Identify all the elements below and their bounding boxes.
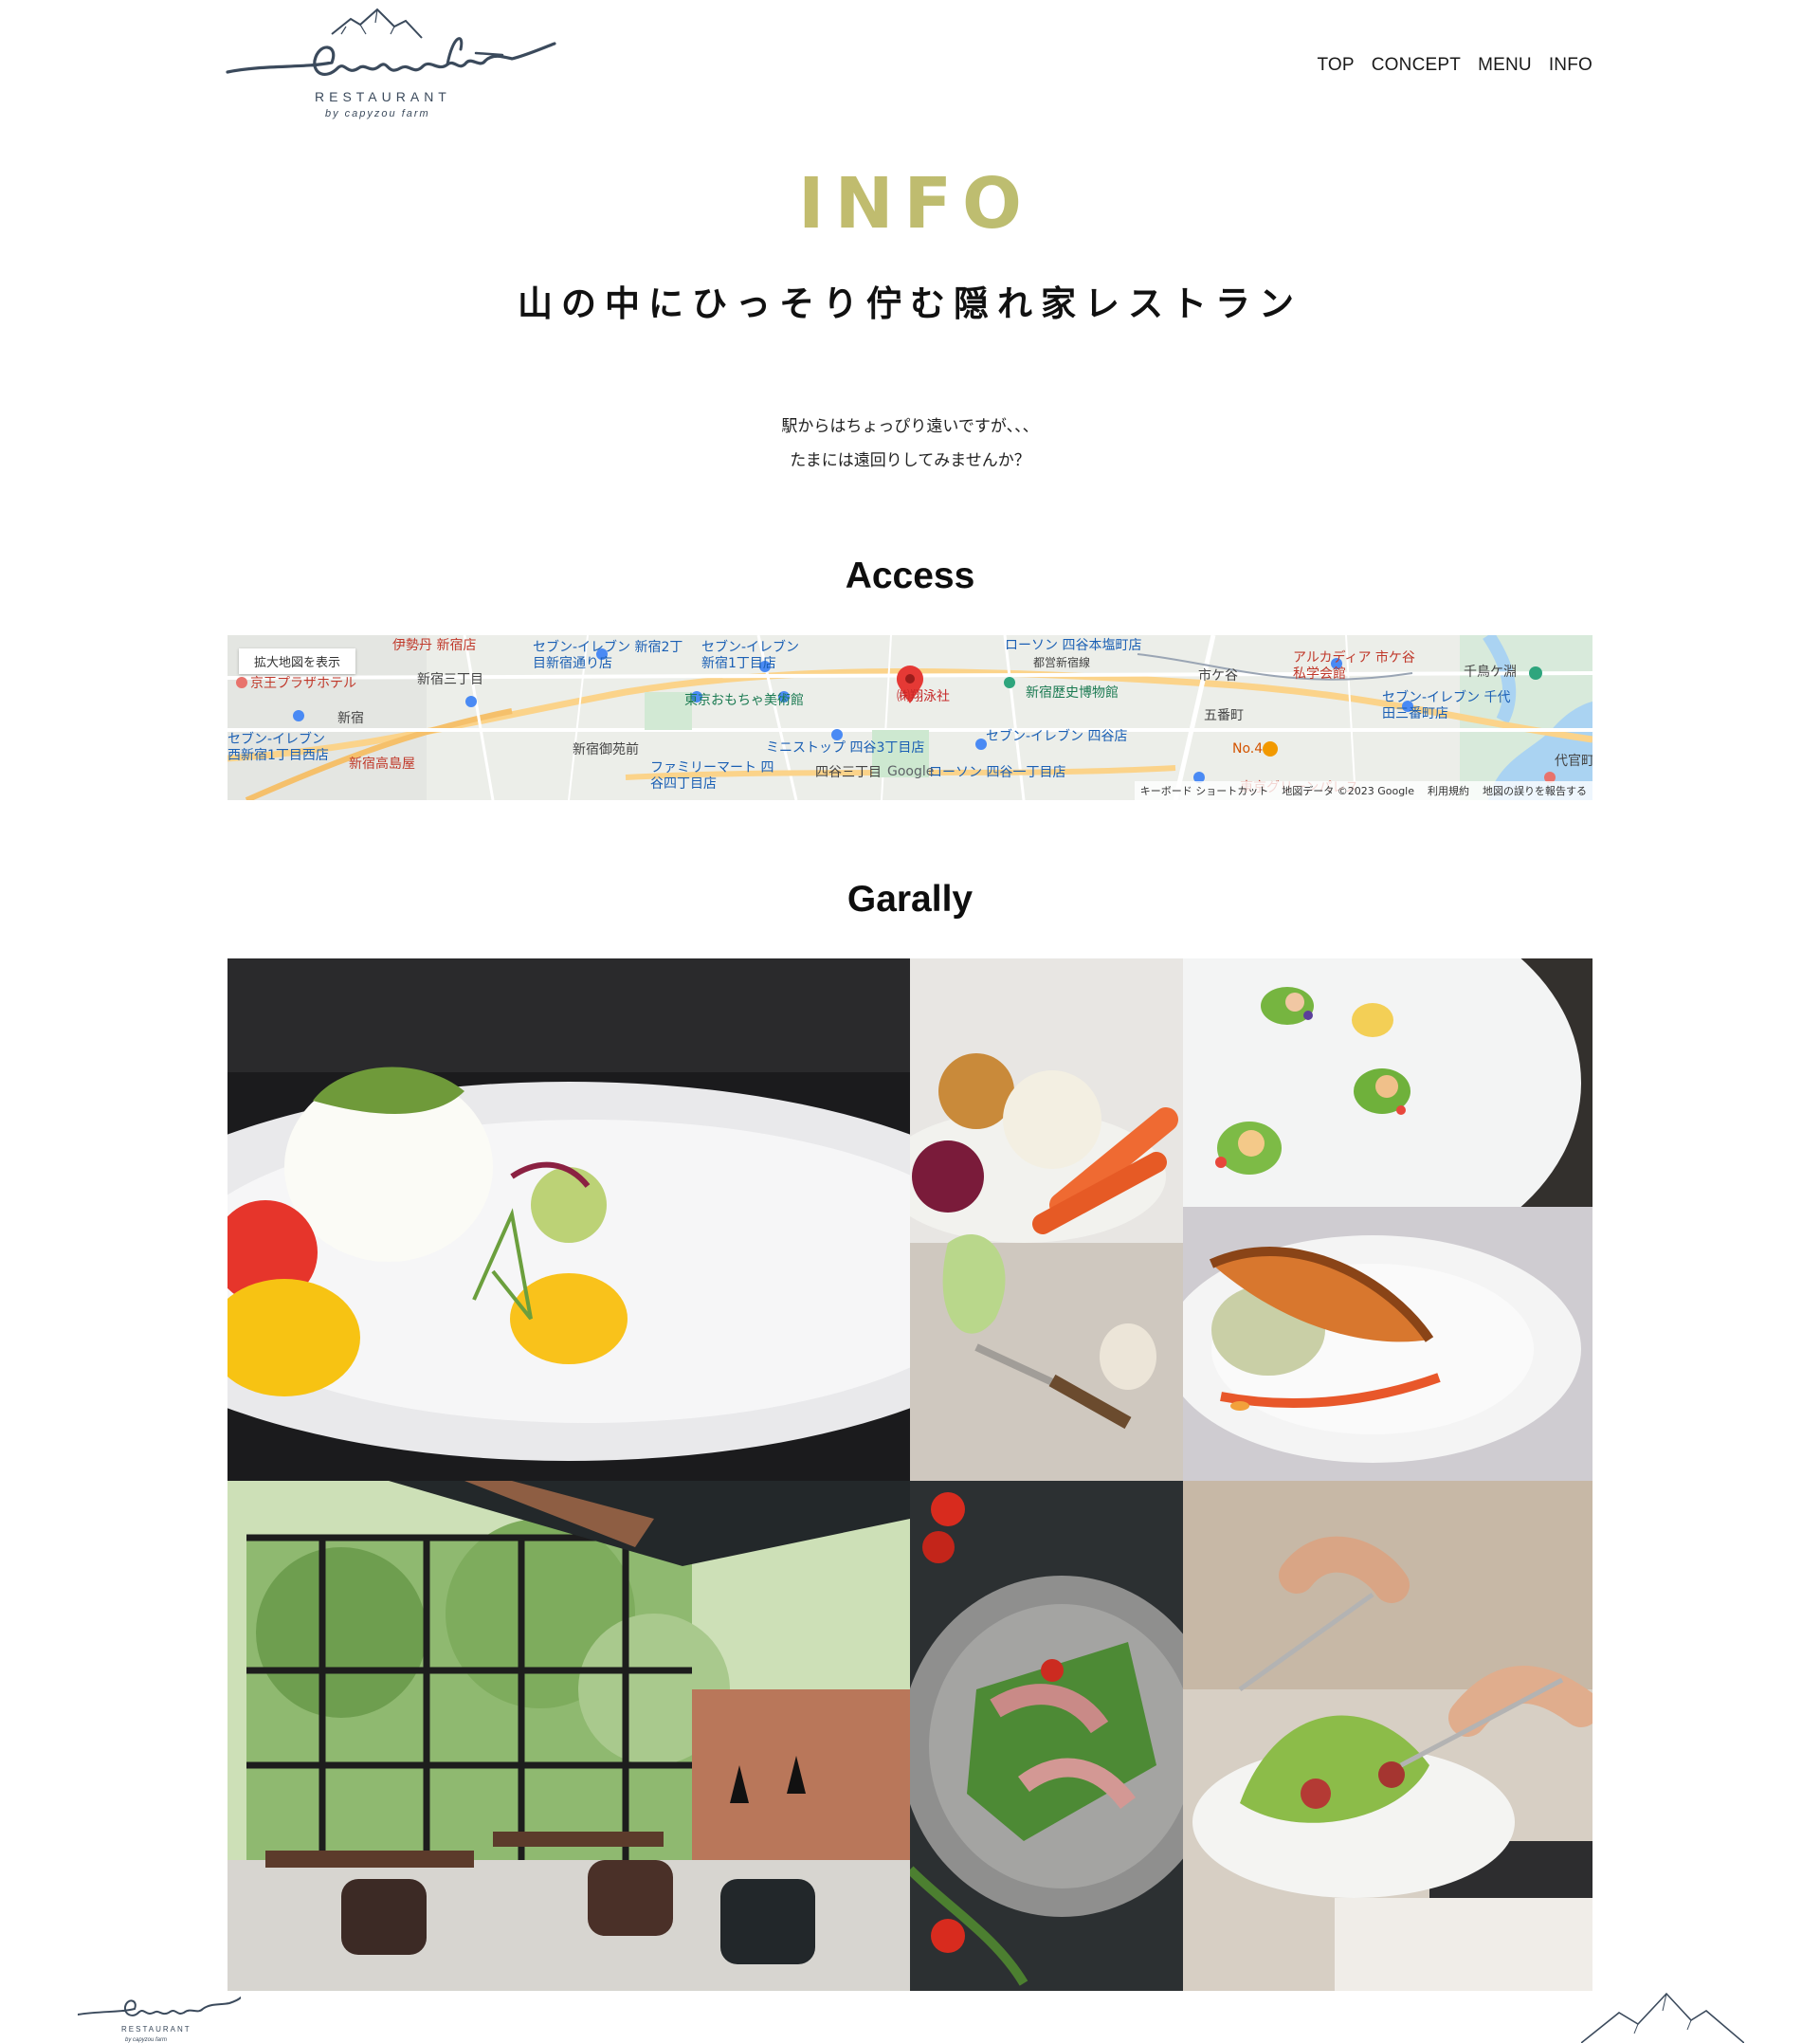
- access-heading: Access: [845, 556, 975, 596]
- map-report-link[interactable]: 地図の誤りを報告する: [1483, 783, 1587, 798]
- map-place-label: 東京おもちゃ美術館: [684, 693, 804, 708]
- gallery-heading: Garally: [846, 879, 974, 920]
- gallery-photo-canapes[interactable]: [1183, 958, 1592, 1207]
- map-data-credit: 地図データ ©2023 Google: [1282, 785, 1414, 797]
- map-place-label: 都営新宿線: [1033, 656, 1091, 669]
- map-keyboard-shortcuts[interactable]: キーボード ショートカット: [1140, 783, 1269, 798]
- gallery-photo-salad-dining[interactable]: [1183, 1481, 1592, 1991]
- footer-logo-restaurant: RESTAURANT: [121, 2025, 191, 2034]
- global-nav: TOP CONCEPT MENU INFO: [1317, 55, 1592, 76]
- map-footer: キーボード ショートカット 地図データ ©2023 Google 利用規約 地図…: [1134, 781, 1592, 800]
- map-place-label: 新宿: [337, 711, 364, 726]
- google-wordmark: Google: [887, 764, 935, 779]
- map-place-label: 五番町: [1204, 708, 1244, 723]
- map-place-label: 新宿高島屋: [349, 757, 415, 772]
- gallery-photo-vegetables[interactable]: [910, 958, 1183, 1481]
- nav-concept[interactable]: CONCEPT: [1372, 55, 1461, 76]
- intro-text: 駅からはちょっぴり遠いですが、、、 たまには遠回りしてみませんか？: [0, 410, 1820, 478]
- map-place-label: ミニストップ 四谷3丁目店: [766, 740, 925, 756]
- nav-top[interactable]: TOP: [1317, 55, 1354, 76]
- map-place-label: セブン-イレブン 千代田三番町店: [1382, 690, 1511, 721]
- map-place-label: 代官町: [1555, 754, 1592, 769]
- map-place-label: 新宿御苑前: [573, 742, 639, 757]
- map-place-label: 新宿歴史博物館: [1026, 685, 1119, 701]
- intro-line: 駅からはちょっぴり遠いですが、、、: [781, 417, 1039, 436]
- footer-mountain-icon: [1580, 1986, 1745, 2043]
- photo-gallery: [228, 958, 1592, 1991]
- logo-byline: by capyzou farm: [325, 108, 430, 119]
- footer-logo-byline: by capyzou farm: [125, 2037, 167, 2043]
- page-title: INFO: [0, 163, 1820, 245]
- map-place-label: ローソン 四谷本塩町店: [1005, 638, 1142, 653]
- map-place-label: 新宿三丁目: [417, 672, 483, 687]
- map-place-label: ファミリーマート 四谷四丁目店: [650, 760, 774, 792]
- gallery-photo-salad-plate[interactable]: [910, 1481, 1183, 1991]
- map-enlarge-link[interactable]: 拡大地図を表示: [239, 648, 356, 674]
- map-terms-link[interactable]: 利用規約: [1428, 783, 1469, 798]
- map-place-label: 伊勢丹 新宿店: [392, 638, 477, 653]
- map-place-label: アルカディア 市ケ谷 私学会館: [1293, 650, 1415, 682]
- google-map[interactable]: 拡大地図を表示 伊勢丹 新宿店 京王プラザホテル 新宿三丁目 新宿 新宿高島屋 …: [228, 635, 1592, 800]
- map-place-label: セブン-イレブン 西新宿1丁目西店: [228, 732, 329, 763]
- map-place-label: セブン-イレブン 新宿1丁目店: [701, 640, 800, 671]
- nav-info[interactable]: INFO: [1549, 55, 1592, 76]
- map-place-label: No.4: [1232, 741, 1264, 757]
- intro-line: たまには遠回りしてみませんか？: [790, 451, 1030, 470]
- map-place-label: 市ケ谷: [1198, 668, 1238, 684]
- map-place-label: 千鳥ケ淵: [1464, 665, 1517, 680]
- map-place-label: 京王プラザホテル: [250, 676, 356, 691]
- site-logo[interactable]: RESTAURANT by capyzou farm: [226, 6, 556, 123]
- map-place-label: ローソン 四谷一丁目店: [929, 765, 1066, 780]
- gallery-photo-salmon[interactable]: [1183, 1207, 1592, 1481]
- logo-restaurant-text: RESTAURANT: [315, 89, 451, 104]
- map-pin-label: ㈱翔泳社: [897, 689, 950, 704]
- map-place-label: 四谷三丁目: [815, 765, 882, 780]
- gallery-photo-burrata[interactable]: [228, 958, 910, 1481]
- page-subtitle: 山の中にひっそり佇む隠れ家レストラン: [518, 283, 1302, 324]
- gallery-photo-interior[interactable]: [228, 1481, 910, 1991]
- nav-menu[interactable]: MENU: [1478, 55, 1532, 76]
- map-place-label: セブン-イレブン 新宿2丁目新宿通り店: [533, 640, 683, 671]
- map-place-label: セブン-イレブン 四谷店: [986, 729, 1128, 744]
- footer-logo[interactable]: RESTAURANT by capyzou farm: [77, 1986, 242, 2043]
